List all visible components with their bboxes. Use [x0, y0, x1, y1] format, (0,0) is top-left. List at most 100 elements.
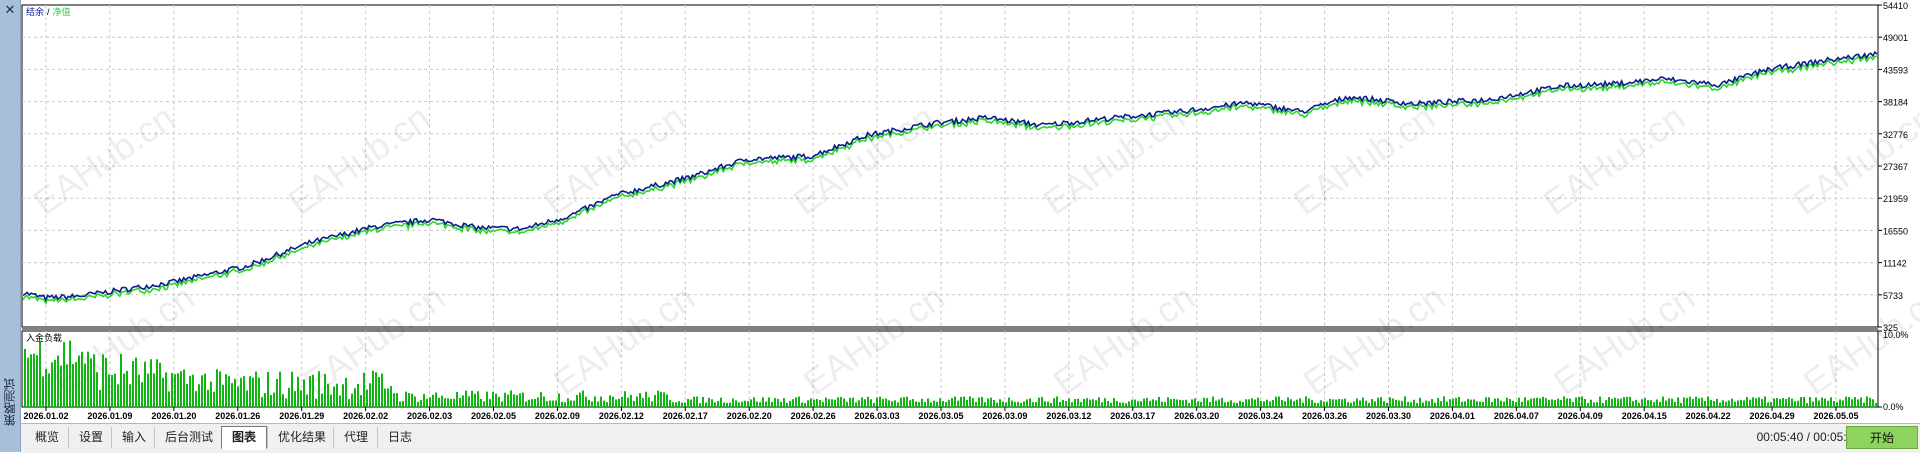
load-bar: [405, 391, 407, 407]
load-bar: [969, 396, 971, 407]
load-bar: [1488, 397, 1490, 407]
x-tick-label: 2026.03.12: [1046, 411, 1091, 421]
x-tick-label: 2026.04.22: [1686, 411, 1731, 421]
load-bar: [1644, 398, 1646, 407]
load-bar: [1482, 402, 1484, 407]
load-bar: [66, 364, 68, 407]
load-bar: [1866, 396, 1868, 407]
load-bar: [480, 398, 482, 407]
load-bar: [159, 362, 161, 407]
load-bar: [1869, 397, 1871, 407]
load-bar: [288, 387, 290, 407]
tab-graph[interactable]: 图表: [221, 426, 268, 450]
x-tick-label: 2026.03.03: [855, 411, 900, 421]
load-bar: [171, 372, 173, 407]
load-bar: [957, 400, 959, 407]
load-bar: [315, 398, 317, 407]
load-bar: [603, 400, 605, 407]
load-bar: [198, 384, 200, 407]
load-bar: [216, 369, 218, 407]
load-bar: [186, 383, 188, 407]
load-bar: [792, 399, 794, 407]
load-bar: [1344, 398, 1346, 407]
load-bar: [552, 400, 554, 407]
load-bar: [1254, 399, 1256, 407]
load-bar: [462, 395, 464, 407]
chart-area: 54410 49001 43593 38184 32776 27367 21959 16550…: [21, 0, 1920, 422]
load-bar: [276, 378, 278, 407]
load-bar: [1815, 397, 1817, 407]
load-bar: [573, 400, 575, 407]
load-bar: [1212, 396, 1214, 407]
load-bar: [933, 400, 935, 407]
load-bar: [945, 401, 947, 407]
load-bar: [174, 374, 176, 407]
load-bar: [588, 399, 590, 407]
load-bar: [459, 397, 461, 407]
load-bar: [1857, 399, 1859, 407]
load-bar: [1746, 397, 1748, 407]
load-bar: [939, 398, 941, 407]
load-bar: [1188, 403, 1190, 407]
load-bar: [78, 355, 80, 407]
load-bar: [165, 372, 167, 407]
load-bar: [999, 399, 1001, 407]
tab-overview[interactable]: 概览: [25, 427, 69, 448]
load-bar: [327, 383, 329, 407]
load-bar: [1407, 401, 1409, 407]
load-bar: [630, 394, 632, 407]
load-bar: [924, 402, 926, 407]
load-bar: [1509, 399, 1511, 407]
load-bar: [1029, 398, 1031, 407]
load-bar: [267, 371, 269, 407]
start-button[interactable]: 开始: [1846, 426, 1918, 449]
load-bar: [1671, 398, 1673, 407]
load-bar: [372, 370, 374, 407]
tab-inputs[interactable]: 输入: [111, 427, 156, 448]
load-bar: [201, 375, 203, 407]
load-bar: [495, 393, 497, 407]
load-bar: [1260, 400, 1262, 407]
tab-settings[interactable]: 设置: [68, 427, 113, 448]
load-bar: [732, 398, 734, 407]
tab-agents[interactable]: 代理: [333, 427, 378, 448]
load-bar: [90, 358, 92, 407]
load-bar: [1653, 402, 1655, 407]
load-bar: [894, 400, 896, 407]
load-bar: [1164, 402, 1166, 407]
load-bar: [789, 400, 791, 407]
tab-backtest[interactable]: 后台测试: [154, 427, 223, 448]
load-bar: [1062, 399, 1064, 407]
load-bar: [357, 383, 359, 407]
load-bar: [1002, 401, 1004, 407]
load-bar: [1218, 399, 1220, 407]
load-bar: [828, 399, 830, 407]
load-bar: [1440, 401, 1442, 407]
load-bar: [1581, 396, 1583, 407]
load-bar: [762, 397, 764, 407]
tab-journal[interactable]: 日志: [377, 427, 422, 448]
load-bar: [318, 371, 320, 407]
load-bar: [1629, 396, 1631, 407]
load-bar: [837, 397, 839, 407]
x-tick-label: 2026.03.26: [1302, 411, 1347, 421]
load-bar: [753, 397, 755, 407]
load-bar: [195, 391, 197, 407]
load-bar: [1536, 397, 1538, 407]
load-bar: [1725, 401, 1727, 407]
load-bar: [1680, 402, 1682, 407]
load-bar: [1494, 398, 1496, 407]
chart-svg: 5441049001435933818432776273672195916550…: [21, 1, 1920, 421]
load-bar: [1755, 398, 1757, 407]
load-bar: [1554, 400, 1556, 407]
close-icon[interactable]: ✕: [2, 2, 18, 18]
load-bar: [1566, 398, 1568, 407]
tab-optimization-results[interactable]: 优化结果: [267, 427, 336, 448]
load-bar: [840, 396, 842, 407]
load-bar: [180, 371, 182, 407]
load-bar: [1320, 400, 1322, 407]
load-bar: [258, 377, 260, 407]
load-bar: [531, 399, 533, 407]
load-bar: [189, 375, 191, 407]
sub-legend: 入金负载: [26, 332, 62, 343]
